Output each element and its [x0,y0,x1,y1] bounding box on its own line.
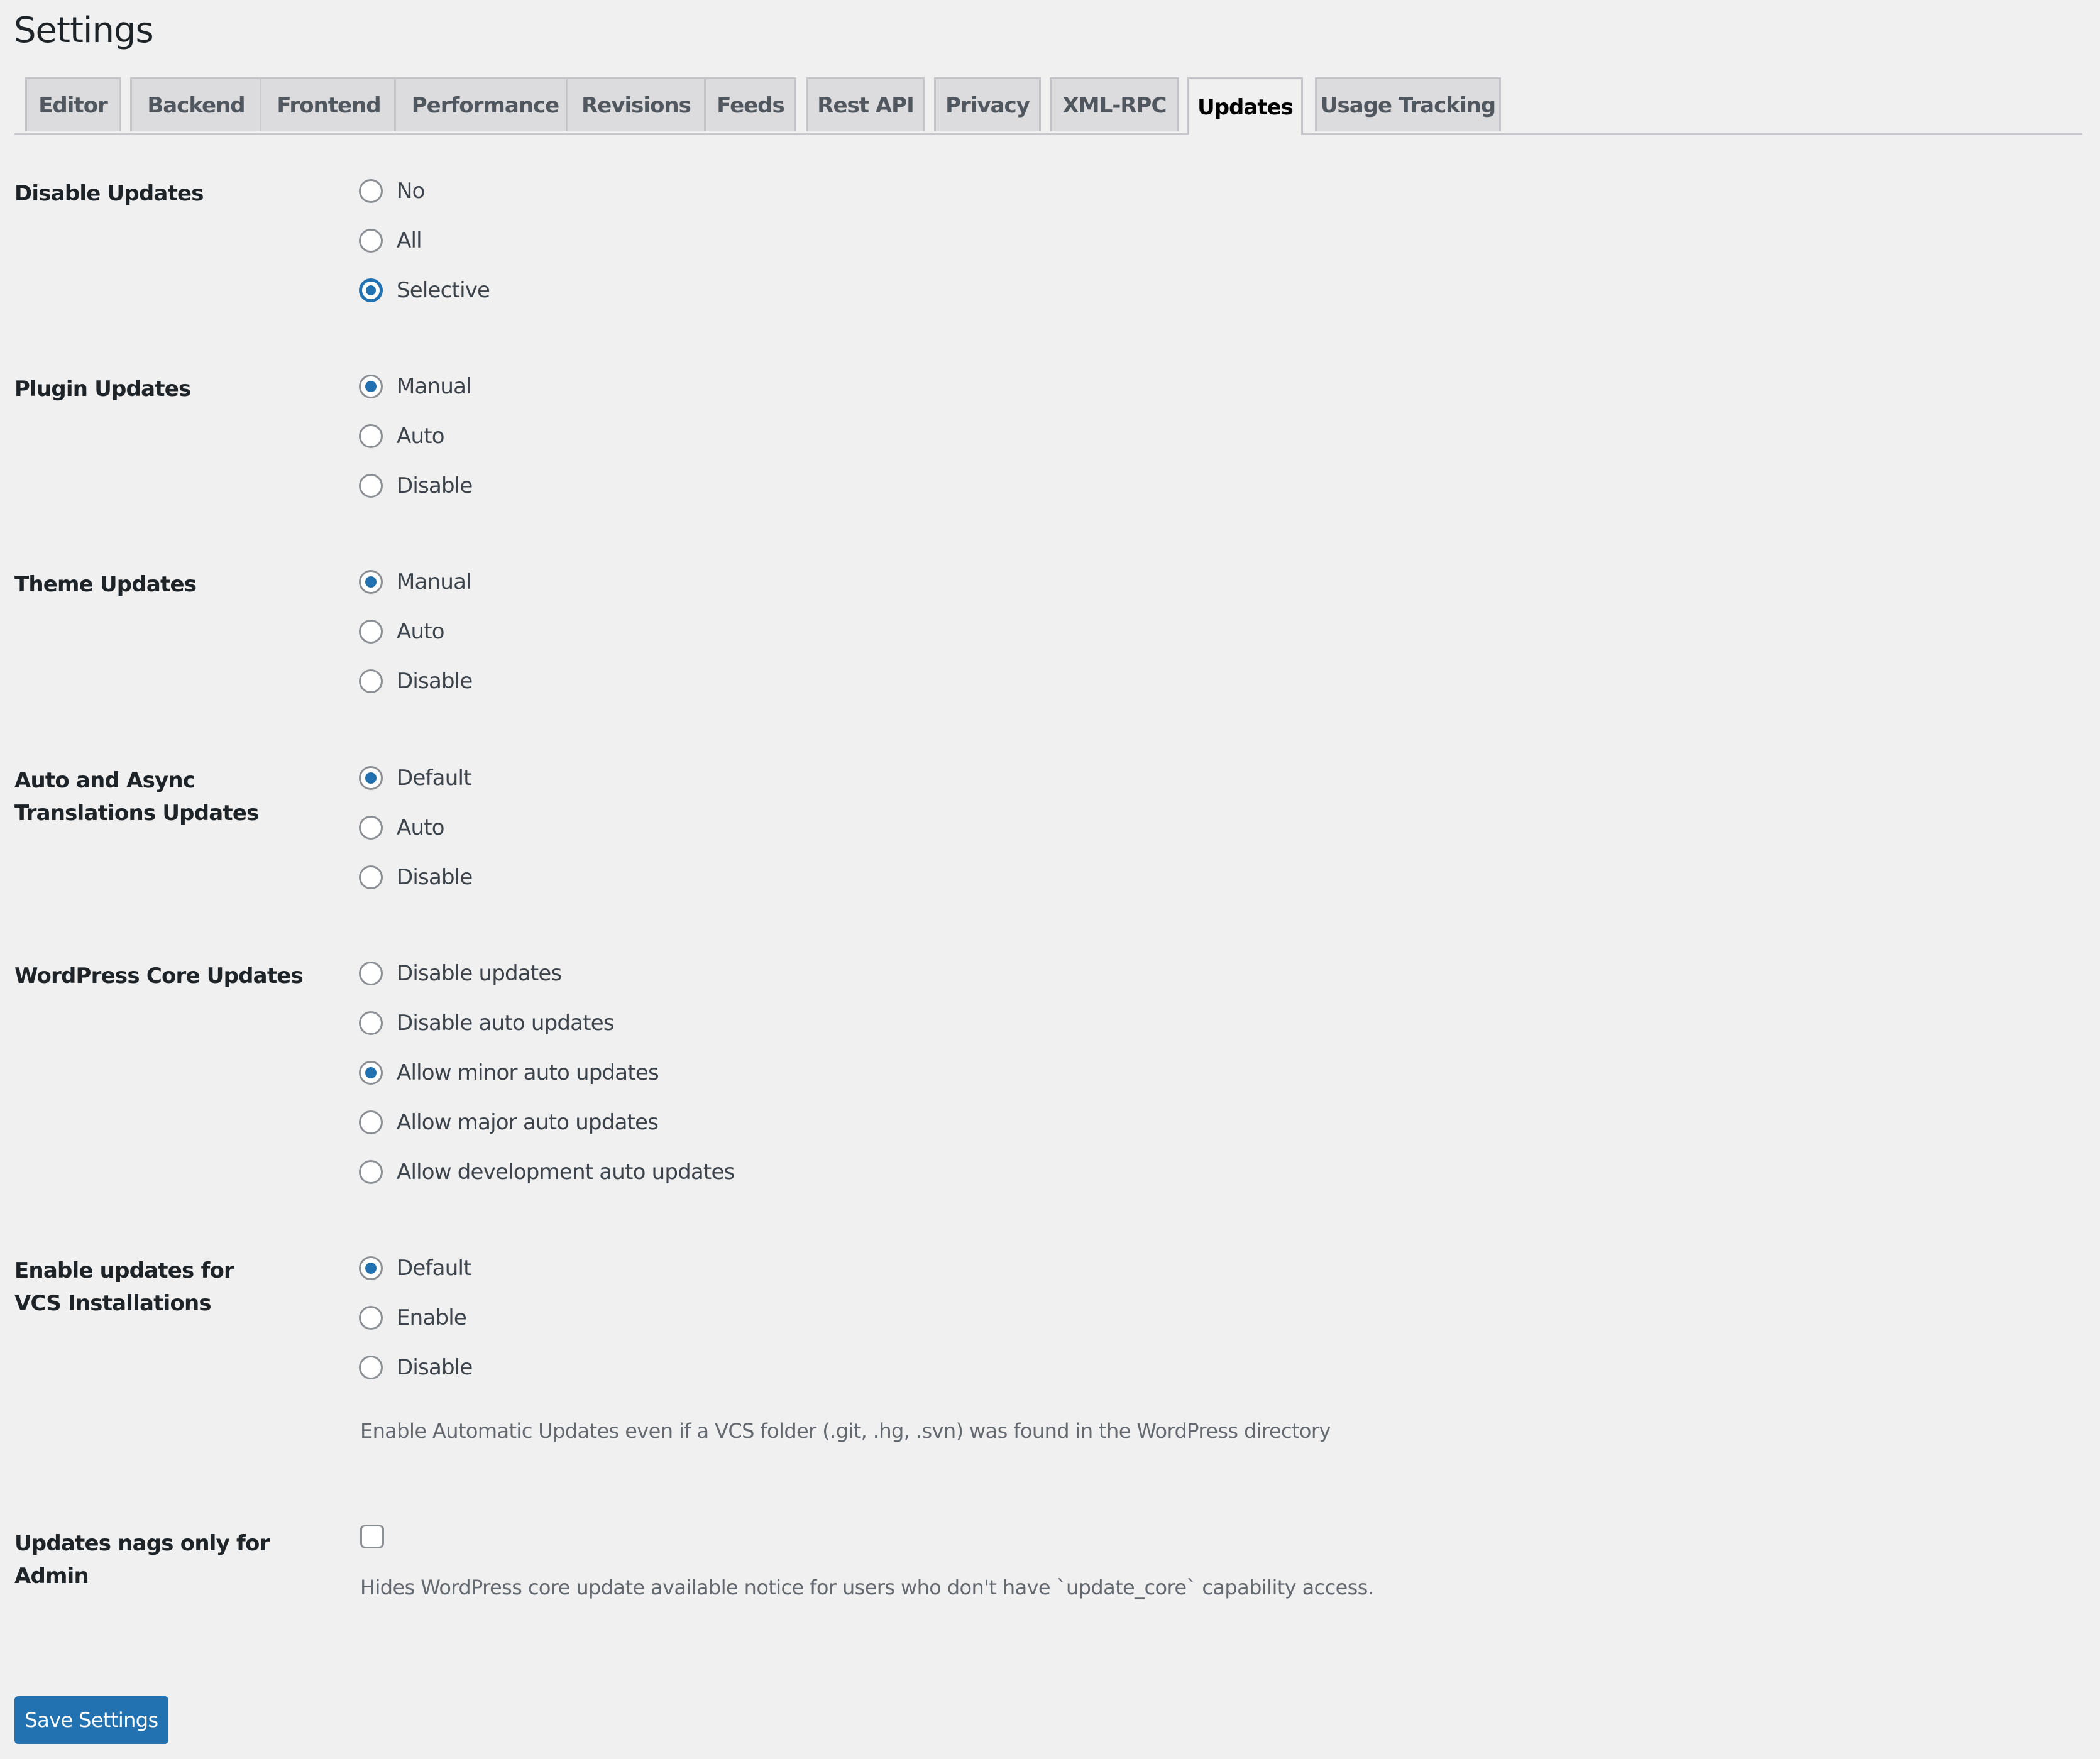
tab-revisions[interactable]: Revisions [566,77,706,131]
vcs-updates-option-default[interactable]: Default [359,1254,471,1282]
radio-checked-icon[interactable] [359,278,383,302]
radio-icon[interactable] [359,1306,383,1330]
core-updates-label: WordPress Core Updates [14,963,304,989]
core-updates-option-development[interactable]: Allow development auto updates [359,1158,735,1186]
tab-backend[interactable]: Backend [130,77,262,131]
theme-updates-option-disable[interactable]: Disable [359,667,473,695]
radio-icon[interactable] [359,620,383,644]
disable-updates-label: Disable Updates [14,181,204,206]
disable-updates-option-selective[interactable]: Selective [359,277,490,304]
radio-icon[interactable] [359,669,383,693]
vcs-updates-description: Enable Automatic Updates even if a VCS f… [360,1419,1331,1443]
settings-tabs: Editor Backend Frontend Performance Revi… [14,77,2082,135]
vcs-updates-option-enable[interactable]: Enable [359,1304,467,1332]
disable-updates-option-all[interactable]: All [359,227,422,255]
disable-updates-option-no[interactable]: No [359,177,425,205]
theme-updates-option-manual[interactable]: Manual [359,568,472,596]
radio-checked-icon[interactable] [359,375,383,398]
page-title: Settings [14,10,154,51]
radio-icon[interactable] [359,865,383,889]
radio-icon[interactable] [359,1356,383,1379]
tab-rest-api[interactable]: Rest API [806,77,925,131]
radio-icon[interactable] [359,474,383,498]
radio-icon[interactable] [359,1110,383,1134]
tab-updates[interactable]: Updates [1187,77,1303,135]
radio-icon[interactable] [359,962,383,985]
radio-icon[interactable] [359,816,383,840]
radio-icon[interactable] [359,1160,383,1184]
radio-checked-icon[interactable] [359,570,383,594]
theme-updates-label: Theme Updates [14,572,197,597]
nags-admin-label: Updates nags only for Admin [14,1531,270,1589]
tab-frontend[interactable]: Frontend [260,77,398,131]
core-updates-option-disable-auto[interactable]: Disable auto updates [359,1009,615,1037]
save-settings-button[interactable]: Save Settings [14,1696,168,1744]
radio-icon[interactable] [359,229,383,253]
radio-checked-icon[interactable] [359,1061,383,1085]
vcs-updates-label: Enable updates for VCS Installations [14,1258,234,1316]
radio-checked-icon[interactable] [359,1256,383,1280]
translation-updates-option-disable[interactable]: Disable [359,863,473,891]
radio-icon[interactable] [359,424,383,448]
translation-updates-label: Auto and Async Translations Updates [14,768,259,826]
radio-icon[interactable] [359,1011,383,1035]
plugin-updates-option-manual[interactable]: Manual [359,373,472,400]
plugin-updates-option-disable[interactable]: Disable [359,472,473,500]
translation-updates-option-auto[interactable]: Auto [359,814,445,841]
vcs-updates-option-disable[interactable]: Disable [359,1354,473,1381]
core-updates-option-disable-updates[interactable]: Disable updates [359,960,562,987]
core-updates-option-minor[interactable]: Allow minor auto updates [359,1059,659,1087]
tab-performance[interactable]: Performance [394,77,576,131]
tab-privacy[interactable]: Privacy [934,77,1041,131]
tab-feeds[interactable]: Feeds [705,77,796,131]
core-updates-option-major[interactable]: Allow major auto updates [359,1109,659,1136]
translation-updates-option-default[interactable]: Default [359,764,471,792]
tab-usage-tracking[interactable]: Usage Tracking [1315,77,1501,131]
theme-updates-option-auto[interactable]: Auto [359,618,445,645]
tab-xml-rpc[interactable]: XML-RPC [1050,77,1179,131]
plugin-updates-option-auto[interactable]: Auto [359,422,445,450]
radio-checked-icon[interactable] [359,766,383,790]
plugin-updates-label: Plugin Updates [14,376,191,402]
nags-admin-checkbox[interactable] [360,1525,384,1548]
tab-editor[interactable]: Editor [25,77,121,131]
nags-admin-description: Hides WordPress core update available no… [360,1575,1374,1599]
radio-icon[interactable] [359,179,383,203]
